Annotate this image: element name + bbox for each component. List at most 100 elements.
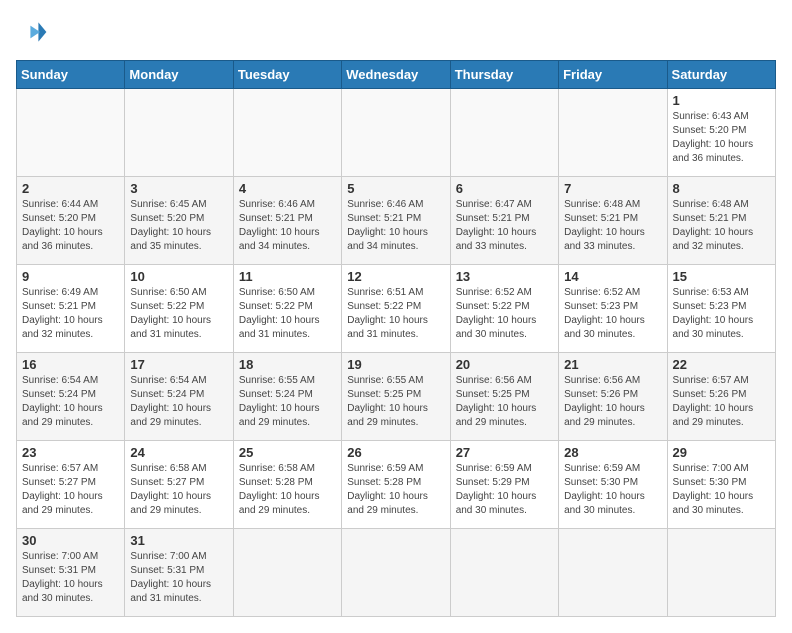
day-info: Sunrise: 6:59 AMSunset: 5:30 PMDaylight:…	[564, 462, 661, 518]
day-of-week-header: Tuesday	[233, 61, 341, 89]
day-info: Sunrise: 6:55 AMSunset: 5:25 PMDaylight:…	[347, 374, 444, 430]
day-number: 10	[130, 269, 227, 284]
day-number: 7	[564, 181, 661, 196]
day-number: 13	[456, 269, 553, 284]
calendar-day-cell: 1Sunrise: 6:43 AMSunset: 5:20 PMDaylight…	[667, 89, 775, 177]
calendar-day-cell: 24 Sunrise: 6:58 AMSunset: 5:27 PMDayligh…	[125, 441, 233, 529]
day-number: 6	[456, 181, 553, 196]
calendar-day-cell	[17, 89, 125, 177]
day-info: Sunrise: 6:49 AMSunset: 5:21 PMDaylight:…	[22, 286, 119, 342]
day-number: 28	[564, 445, 661, 460]
day-info: Sunrise: 6:58 AMSunset: 5:27 PMDaylight:…	[130, 462, 227, 518]
day-of-week-header: Sunday	[17, 61, 125, 89]
day-info: Sunrise: 6:45 AMSunset: 5:20 PMDaylight:…	[130, 198, 227, 254]
day-number: 9	[22, 269, 119, 284]
calendar-day-cell	[450, 529, 558, 617]
day-number: 3	[130, 181, 227, 196]
day-info: Sunrise: 6:51 AMSunset: 5:22 PMDaylight:…	[347, 286, 444, 342]
day-info: Sunrise: 6:56 AMSunset: 5:26 PMDaylight:…	[564, 374, 661, 430]
day-of-week-header: Wednesday	[342, 61, 450, 89]
calendar-day-cell: 5 Sunrise: 6:46 AMSunset: 5:21 PMDaylight…	[342, 177, 450, 265]
calendar-day-cell: 4Sunrise: 6:46 AMSunset: 5:21 PMDaylight…	[233, 177, 341, 265]
calendar-day-cell	[342, 529, 450, 617]
calendar-day-cell: 29Sunrise: 7:00 AMSunset: 5:30 PMDayligh…	[667, 441, 775, 529]
calendar-week-row: 30 Sunrise: 7:00 AMSunset: 5:31 PMDayligh…	[17, 529, 776, 617]
day-info: Sunrise: 6:48 AMSunset: 5:21 PMDaylight:…	[564, 198, 661, 254]
day-number: 27	[456, 445, 553, 460]
day-number: 17	[130, 357, 227, 372]
day-info: Sunrise: 6:46 AMSunset: 5:21 PMDaylight:…	[347, 198, 444, 254]
calendar-day-cell: 11 Sunrise: 6:50 AMSunset: 5:22 PMDayligh…	[233, 265, 341, 353]
calendar-day-cell: 26 Sunrise: 6:59 AMSunset: 5:28 PMDayligh…	[342, 441, 450, 529]
day-of-week-header: Friday	[559, 61, 667, 89]
calendar-day-cell: 19 Sunrise: 6:55 AMSunset: 5:25 PMDayligh…	[342, 353, 450, 441]
day-info: Sunrise: 6:47 AMSunset: 5:21 PMDaylight:…	[456, 198, 553, 254]
calendar-day-cell: 22 Sunrise: 6:57 AMSunset: 5:26 PMDayligh…	[667, 353, 775, 441]
calendar-day-cell: 28 Sunrise: 6:59 AMSunset: 5:30 PMDayligh…	[559, 441, 667, 529]
calendar-day-cell: 8 Sunrise: 6:48 AMSunset: 5:21 PMDaylight…	[667, 177, 775, 265]
calendar-day-cell	[559, 529, 667, 617]
day-number: 4	[239, 181, 336, 196]
day-number: 11	[239, 269, 336, 284]
day-info: Sunrise: 6:48 AMSunset: 5:21 PMDaylight:…	[673, 198, 770, 254]
day-number: 20	[456, 357, 553, 372]
calendar-day-cell: 17Sunrise: 6:54 AMSunset: 5:24 PMDayligh…	[125, 353, 233, 441]
day-info: Sunrise: 6:59 AMSunset: 5:29 PMDaylight:…	[456, 462, 553, 518]
day-number: 21	[564, 357, 661, 372]
calendar-day-cell: 2 Sunrise: 6:44 AMSunset: 5:20 PMDaylight…	[17, 177, 125, 265]
day-info: Sunrise: 7:00 AMSunset: 5:30 PMDaylight:…	[673, 462, 770, 518]
calendar-header: SundayMondayTuesdayWednesdayThursdayFrid…	[17, 61, 776, 89]
calendar-day-cell: 16Sunrise: 6:54 AMSunset: 5:24 PMDayligh…	[17, 353, 125, 441]
calendar-day-cell: 21 Sunrise: 6:56 AMSunset: 5:26 PMDayligh…	[559, 353, 667, 441]
calendar-week-row: 23 Sunrise: 6:57 AMSunset: 5:27 PMDayligh…	[17, 441, 776, 529]
calendar-day-cell: 25Sunrise: 6:58 AMSunset: 5:28 PMDayligh…	[233, 441, 341, 529]
logo-icon	[16, 16, 48, 48]
logo	[16, 16, 52, 48]
day-number: 1	[673, 93, 770, 108]
day-of-week-header: Thursday	[450, 61, 558, 89]
calendar-day-cell	[233, 529, 341, 617]
day-info: Sunrise: 6:59 AMSunset: 5:28 PMDaylight:…	[347, 462, 444, 518]
day-info: Sunrise: 6:50 AMSunset: 5:22 PMDaylight:…	[239, 286, 336, 342]
calendar-day-cell	[342, 89, 450, 177]
day-of-week-header: Saturday	[667, 61, 775, 89]
calendar-day-cell: 20 Sunrise: 6:56 AMSunset: 5:25 PMDayligh…	[450, 353, 558, 441]
day-number: 26	[347, 445, 444, 460]
calendar-day-cell: 30 Sunrise: 7:00 AMSunset: 5:31 PMDayligh…	[17, 529, 125, 617]
day-number: 16	[22, 357, 119, 372]
day-info: Sunrise: 6:52 AMSunset: 5:23 PMDaylight:…	[564, 286, 661, 342]
page-header	[16, 16, 776, 48]
day-info: Sunrise: 6:56 AMSunset: 5:25 PMDaylight:…	[456, 374, 553, 430]
calendar-day-cell: 31Sunrise: 7:00 AMSunset: 5:31 PMDayligh…	[125, 529, 233, 617]
day-info: Sunrise: 6:53 AMSunset: 5:23 PMDaylight:…	[673, 286, 770, 342]
calendar-day-cell: 27 Sunrise: 6:59 AMSunset: 5:29 PMDayligh…	[450, 441, 558, 529]
day-info: Sunrise: 6:57 AMSunset: 5:26 PMDaylight:…	[673, 374, 770, 430]
day-info: Sunrise: 6:57 AMSunset: 5:27 PMDaylight:…	[22, 462, 119, 518]
calendar-day-cell: 10 Sunrise: 6:50 AMSunset: 5:22 PMDayligh…	[125, 265, 233, 353]
day-info: Sunrise: 6:44 AMSunset: 5:20 PMDaylight:…	[22, 198, 119, 254]
day-number: 15	[673, 269, 770, 284]
day-number: 5	[347, 181, 444, 196]
day-number: 2	[22, 181, 119, 196]
calendar-week-row: 16Sunrise: 6:54 AMSunset: 5:24 PMDayligh…	[17, 353, 776, 441]
day-number: 12	[347, 269, 444, 284]
day-number: 19	[347, 357, 444, 372]
calendar-day-cell: 14 Sunrise: 6:52 AMSunset: 5:23 PMDayligh…	[559, 265, 667, 353]
day-info: Sunrise: 7:00 AMSunset: 5:31 PMDaylight:…	[22, 550, 119, 606]
day-number: 23	[22, 445, 119, 460]
calendar-day-cell	[667, 529, 775, 617]
day-number: 14	[564, 269, 661, 284]
day-number: 30	[22, 533, 119, 548]
day-number: 8	[673, 181, 770, 196]
day-number: 24	[130, 445, 227, 460]
calendar-day-cell: 9 Sunrise: 6:49 AMSunset: 5:21 PMDaylight…	[17, 265, 125, 353]
calendar-week-row: 2 Sunrise: 6:44 AMSunset: 5:20 PMDaylight…	[17, 177, 776, 265]
day-of-week-header: Monday	[125, 61, 233, 89]
calendar-day-cell: 3 Sunrise: 6:45 AMSunset: 5:20 PMDaylight…	[125, 177, 233, 265]
calendar-day-cell	[559, 89, 667, 177]
calendar-day-cell	[125, 89, 233, 177]
day-number: 25	[239, 445, 336, 460]
day-info: Sunrise: 6:50 AMSunset: 5:22 PMDaylight:…	[130, 286, 227, 342]
day-number: 22	[673, 357, 770, 372]
day-info: Sunrise: 6:52 AMSunset: 5:22 PMDaylight:…	[456, 286, 553, 342]
